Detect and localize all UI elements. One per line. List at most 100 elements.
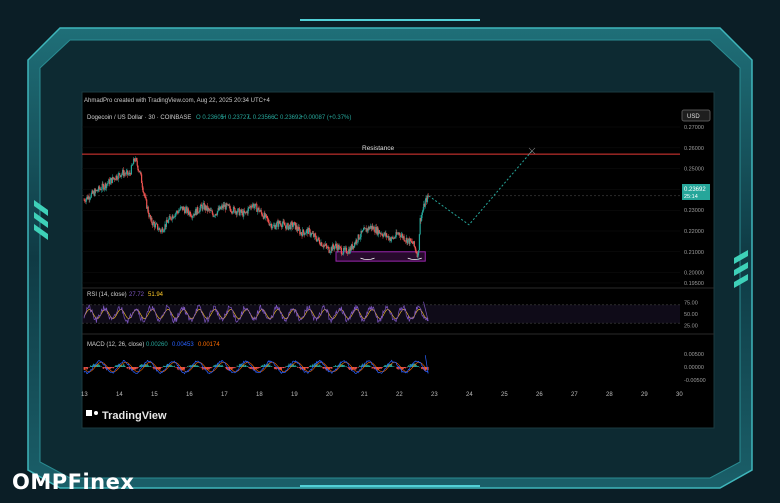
candle-body	[411, 241, 413, 244]
candle-body	[347, 253, 349, 254]
candle-body	[281, 224, 283, 228]
candle-body	[141, 174, 143, 184]
time-tick-label: 23	[431, 392, 438, 398]
candle-body	[174, 214, 176, 217]
time-tick-label: 30	[676, 392, 683, 398]
candle-body	[290, 222, 292, 230]
time-tick-label: 26	[536, 392, 543, 398]
candle-body	[131, 165, 133, 166]
candle-body	[421, 215, 423, 221]
candle-body	[256, 209, 259, 212]
time-tick-label: 29	[641, 392, 648, 398]
candle-body	[340, 247, 342, 254]
candle-body	[98, 186, 100, 190]
candle-body	[421, 212, 423, 216]
candle-body	[315, 235, 317, 239]
candle-body	[132, 164, 134, 166]
candle-body	[102, 183, 104, 185]
candle-body	[210, 209, 212, 211]
projection-path	[428, 150, 533, 226]
header-credit: AhmadPro created with TradingView.com, A…	[84, 98, 270, 104]
candle-body	[260, 209, 262, 213]
candle-body	[267, 218, 269, 220]
time-tick-label: 17	[221, 392, 228, 398]
candle-body	[233, 206, 235, 209]
rsi-tick-label: 25.00	[684, 323, 698, 329]
candle-body	[364, 227, 366, 229]
candle-body	[271, 227, 273, 229]
candle-body	[232, 212, 234, 213]
candle-body	[254, 206, 256, 209]
candle-body	[247, 208, 249, 214]
candle-body	[84, 199, 86, 202]
candle-body	[359, 238, 361, 240]
candle-body	[89, 197, 92, 199]
candle-body	[258, 207, 260, 212]
candle-body	[369, 227, 371, 230]
time-axis: 13 14 15 16 17 18 19 20 21 22 23 24 25 26 27 28 29 30	[81, 392, 683, 398]
candle-body	[305, 233, 307, 234]
macd-y-axis: 0.00500 0.00000 -0.00500	[684, 352, 706, 384]
candle-body	[130, 165, 132, 175]
macd-pane	[83, 355, 429, 375]
candle-body	[309, 229, 311, 236]
candle-body	[176, 211, 178, 213]
macd-value-3: 0.00174	[198, 342, 220, 348]
candle-body	[129, 172, 131, 174]
time-tick-label: 18	[256, 392, 263, 398]
candle-body	[138, 170, 140, 171]
candle-body	[300, 232, 302, 234]
candle-body	[298, 226, 300, 230]
candle-body	[417, 253, 419, 258]
candle-body	[135, 158, 138, 161]
time-tick-label: 13	[81, 392, 88, 398]
candle-body	[261, 212, 263, 216]
candle-body	[192, 216, 194, 218]
candle-body	[197, 207, 199, 213]
candle-body	[415, 248, 417, 252]
candle-body	[284, 225, 286, 227]
projection-target-icon	[528, 147, 536, 155]
candle-body	[192, 215, 194, 217]
price-tick-label: 0.26000	[684, 146, 704, 152]
macd-tick-label: -0.00500	[684, 378, 706, 384]
candle-body	[136, 160, 138, 166]
candle-body	[280, 223, 282, 226]
candle-body	[184, 208, 186, 214]
price-tick-label: 0.21000	[684, 250, 704, 256]
rsi-value-2: 51.94	[148, 292, 164, 298]
candle-body	[345, 247, 348, 253]
candle-body	[170, 217, 172, 220]
candle-body	[220, 207, 222, 210]
candle-body	[386, 233, 388, 238]
candle-body	[145, 196, 147, 200]
candle-body	[157, 224, 159, 230]
price-tick-label: 0.23000	[684, 208, 704, 214]
candle-body	[119, 173, 121, 176]
candle-body	[407, 239, 409, 244]
candle-body	[100, 189, 103, 191]
time-tick-label: 21	[361, 392, 368, 398]
candle-body	[90, 193, 92, 198]
candle-body	[329, 251, 332, 253]
candle-body	[427, 195, 429, 197]
candle-body	[175, 213, 177, 215]
candle-body	[414, 246, 416, 249]
candle-body	[316, 239, 318, 242]
candle-body	[275, 223, 278, 227]
candle-body	[296, 225, 298, 230]
candle-body	[332, 244, 334, 248]
candle-body	[329, 252, 331, 254]
candle-body	[208, 208, 210, 210]
candle-body	[154, 223, 157, 228]
candle-body	[304, 233, 306, 235]
candle-body	[151, 217, 153, 224]
candle-body	[424, 200, 426, 207]
rsi-pane	[82, 301, 680, 324]
ohlc-open: O 0.23605	[196, 115, 225, 121]
candle-body	[120, 174, 122, 178]
ohlc-change: +0.00087 (+0.37%)	[300, 115, 351, 121]
candle-body	[318, 237, 320, 240]
candle-body	[288, 226, 290, 230]
candle-body	[159, 228, 161, 231]
